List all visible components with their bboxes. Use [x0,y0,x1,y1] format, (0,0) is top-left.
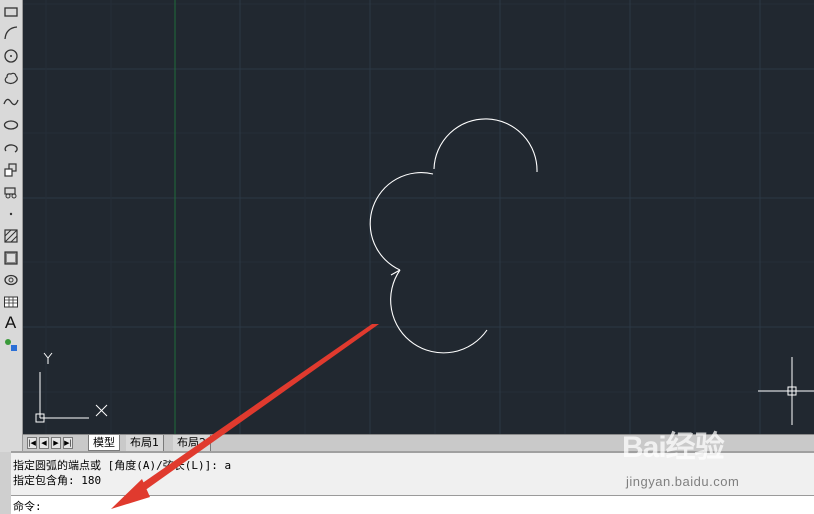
ellipse-arc-icon[interactable] [1,138,20,157]
make-block-icon[interactable] [1,182,20,201]
grid [23,0,814,434]
ucs-icon [35,352,108,423]
watermark-logo: Bai经验 [622,431,725,464]
baidu-jingyan-watermark: Bai经验 jingyan.baidu.com [618,422,808,492]
multiline-text-label: A [4,312,17,332]
spline-icon[interactable] [1,92,20,111]
gradient-icon[interactable] [1,248,20,267]
tab-model-label: 模型 [93,436,115,449]
tab-layout2-label: 布局2 [177,436,206,449]
arc-icon[interactable] [1,23,20,42]
multiline-text-icon[interactable]: A [1,313,20,332]
table-icon[interactable] [1,292,20,311]
ellipse-icon[interactable] [1,115,20,134]
tab-layout1[interactable]: 布局1 [126,435,164,451]
watermark-url: jingyan.baidu.com [626,474,740,489]
next-tab-icon[interactable]: ▶ [51,437,61,449]
first-tab-icon[interactable]: |◀ [27,437,37,449]
circle-icon[interactable] [1,46,20,65]
insert-block-icon[interactable] [1,160,20,179]
command-history-line: 指定圆弧的端点或 [角度(A)/弦长(L)]: a [13,459,232,472]
prev-tab-icon[interactable]: ◀ [39,437,49,449]
revision-cloud-icon[interactable] [1,69,20,88]
region-icon[interactable] [1,270,20,289]
point-icon[interactable] [1,204,20,223]
tab-model[interactable]: 模型 [88,435,120,451]
hatch-icon[interactable] [1,226,20,245]
draw-toolbar: A [0,0,23,452]
last-tab-icon[interactable]: ▶| [63,437,73,449]
command-prompt: 命令: [13,500,42,513]
add-selected-icon[interactable] [1,335,20,354]
command-history-line: 指定包含角: 180 [13,474,102,487]
drawing-canvas[interactable] [23,0,814,434]
arc-geometry [369,118,538,354]
crosshair-cursor [758,357,814,425]
command-input[interactable]: 命令: [11,495,814,514]
model-space [23,0,814,434]
tab-layout1-label: 布局1 [130,436,159,449]
rectangle-icon[interactable] [1,2,20,21]
tab-layout2[interactable]: 布局2 [173,435,211,451]
